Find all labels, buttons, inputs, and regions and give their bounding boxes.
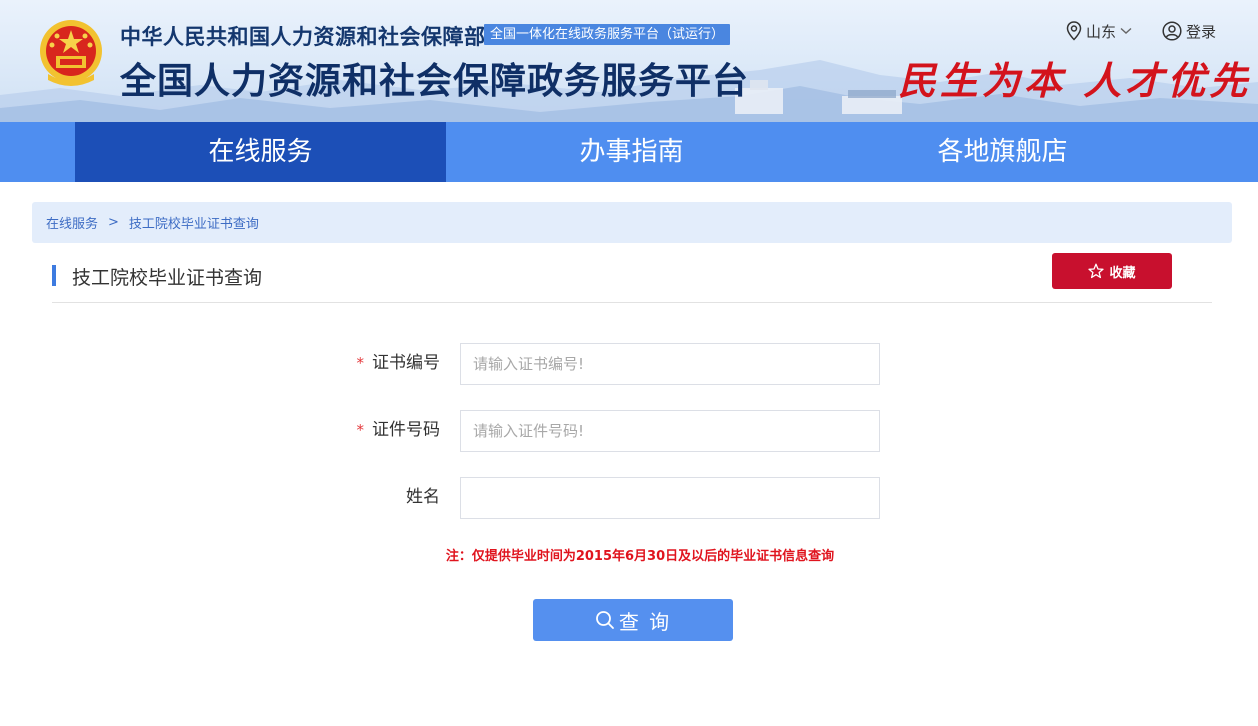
nav-online-service[interactable]: 在线服务 [75, 122, 446, 182]
search-icon [595, 611, 614, 629]
login-link[interactable]: 登录 [1162, 20, 1216, 42]
query-button[interactable]: 查 询 [533, 599, 733, 641]
breadcrumb-separator: > [108, 215, 119, 230]
required-mark: * [356, 354, 365, 372]
login-label: 登录 [1186, 22, 1217, 41]
id-number-input[interactable] [460, 410, 880, 452]
favorite-label: 收藏 [1109, 265, 1136, 281]
title-divider [52, 302, 1212, 303]
query-label: 查 询 [618, 609, 672, 634]
breadcrumb: 在线服务 > 技工院校毕业证书查询 [32, 202, 1232, 243]
cert-number-input[interactable] [460, 343, 880, 385]
chevron-down-icon [1120, 27, 1132, 34]
form-row-id-number: * 证件号码 [0, 410, 1258, 452]
platform-badge: 全国一体化在线政务服务平台（试运行） [484, 24, 731, 45]
main-nav: 在线服务 办事指南 各地旗舰店 [0, 122, 1258, 182]
page-title: 技工院校毕业证书查询 [72, 267, 263, 289]
form-row-cert-number: * 证书编号 [0, 343, 1258, 385]
national-emblem-icon [40, 20, 102, 86]
breadcrumb-home[interactable]: 在线服务 [46, 213, 98, 232]
region-label: 山东 [1086, 22, 1117, 41]
id-number-label: * 证件号码 [356, 420, 441, 440]
nav-local-stores[interactable]: 各地旗舰店 [817, 122, 1188, 182]
breadcrumb-current: 技工院校毕业证书查询 [128, 217, 259, 232]
required-mark: * [356, 421, 365, 439]
favorite-button[interactable]: 收藏 [1052, 253, 1172, 289]
form-row-name: 姓名 [0, 477, 1258, 519]
query-note: 注：仅提供毕业时间为2015年6月30日及以后的毕业证书信息查询 [445, 549, 835, 564]
star-icon [1088, 263, 1105, 279]
site-title: 全国人力资源和社会保障政务服务平台 [120, 61, 750, 102]
name-label: 姓名 [406, 487, 440, 507]
site-header: 中华人民共和国人力资源和社会保障部 全国一体化在线政务服务平台（试运行） 全国人… [0, 0, 1258, 122]
nav-service-guide[interactable]: 办事指南 [446, 122, 817, 182]
region-selector[interactable]: 山东 [1066, 20, 1132, 42]
ministry-name: 中华人民共和国人力资源和社会保障部 [120, 25, 486, 49]
name-input[interactable] [460, 477, 880, 519]
location-pin-icon [1066, 21, 1082, 41]
cert-number-label: * 证书编号 [356, 353, 441, 373]
title-accent-bar [52, 265, 56, 286]
user-circle-icon [1162, 21, 1182, 41]
slogan: 民生为本 人才优先 [898, 58, 1252, 103]
